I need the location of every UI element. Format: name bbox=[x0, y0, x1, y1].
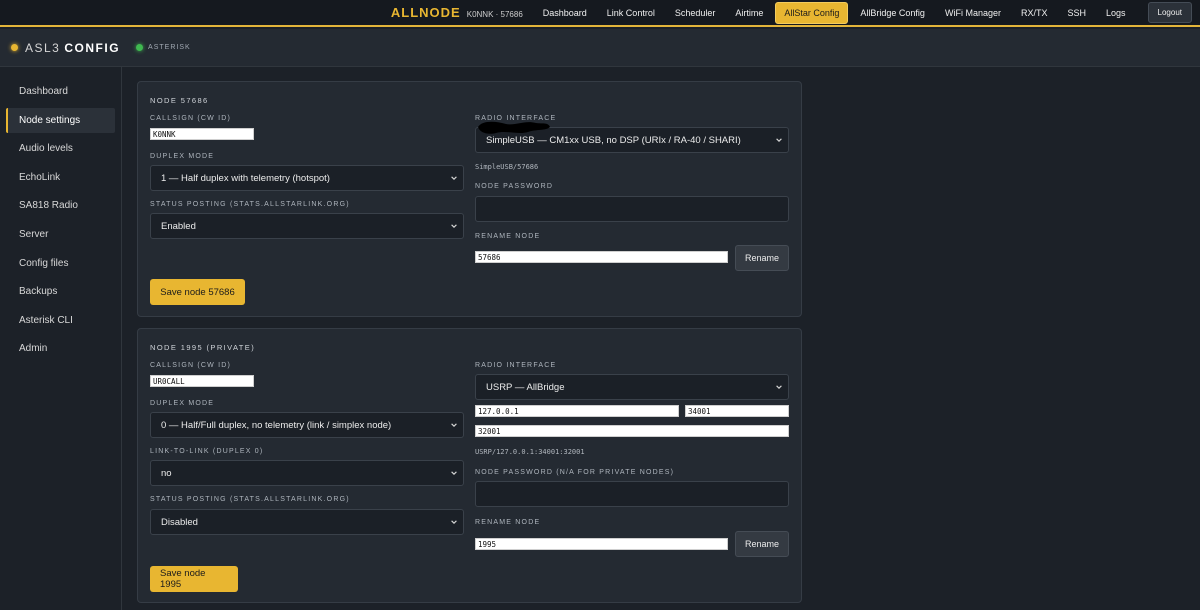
sidebar-item-echolink[interactable]: EchoLink bbox=[6, 165, 115, 190]
nav-allstar-config[interactable]: AllStar Config bbox=[775, 1, 849, 24]
link-to-link-select[interactable]: no bbox=[150, 460, 464, 486]
status-posting-label: STATUS POSTING (STATS.ALLSTARLINK.ORG) bbox=[150, 496, 350, 503]
sidebar-item-server[interactable]: Server bbox=[6, 222, 115, 247]
rename-button[interactable]: Rename bbox=[735, 531, 789, 557]
node-card-57686: NODE 57686 CALLSIGN (CW ID) K0NNK DUPLEX… bbox=[137, 81, 802, 317]
status-posting-select[interactable]: Disabled bbox=[150, 509, 464, 535]
usrp-ip-input[interactable]: 127.0.0.1 bbox=[475, 405, 679, 417]
node-password-label: NODE PASSWORD (N/A FOR PRIVATE NODES) bbox=[475, 469, 675, 476]
sidebar-item-admin[interactable]: Admin bbox=[6, 336, 115, 361]
sidebar-item-backups[interactable]: Backups bbox=[6, 279, 115, 304]
asterisk-status-dot-icon bbox=[136, 44, 144, 51]
rename-node-input[interactable]: 57686 bbox=[475, 251, 728, 263]
radio-interface-note: SimpleUSB/57686 bbox=[475, 163, 539, 171]
node-card-1995: NODE 1995 (PRIVATE) CALLSIGN (CW ID) UR0… bbox=[137, 328, 802, 603]
save-node-button[interactable]: Save node 1995 bbox=[150, 566, 238, 592]
brand: ALLNODE K0NNK · 57686 bbox=[391, 5, 523, 20]
duplex-mode-value: 1 — Half duplex with telemetry (hotspot) bbox=[161, 172, 330, 184]
callsign-label: CALLSIGN (CW ID) bbox=[150, 362, 232, 369]
chevron-down-icon bbox=[451, 176, 457, 180]
radio-interface-value: USRP — AllBridge bbox=[486, 381, 565, 393]
redaction-mark bbox=[478, 121, 550, 134]
status-dot-icon bbox=[11, 44, 18, 51]
status-posting-label: STATUS POSTING (STATS.ALLSTARLINK.ORG) bbox=[150, 201, 350, 208]
duplex-mode-select[interactable]: 0 — Half/Full duplex, no telemetry (link… bbox=[150, 412, 464, 438]
radio-interface-label: RADIO INTERFACE bbox=[475, 362, 557, 369]
chevron-down-icon bbox=[776, 385, 782, 389]
brand-name: ALLNODE bbox=[390, 5, 461, 20]
sidebar-item-sa818-radio[interactable]: SA818 Radio bbox=[6, 193, 115, 218]
logout-button[interactable]: Logout bbox=[1147, 2, 1192, 23]
app-title-prefix: ASL3 bbox=[25, 40, 61, 55]
rename-node-label: RENAME NODE bbox=[475, 519, 541, 526]
duplex-mode-value: 0 — Half/Full duplex, no telemetry (link… bbox=[161, 419, 392, 431]
radio-interface-select[interactable]: USRP — AllBridge bbox=[475, 374, 789, 400]
app-title-main: CONFIG bbox=[64, 40, 121, 55]
sidebar-item-dashboard[interactable]: Dashboard bbox=[6, 79, 115, 104]
asterisk-status: ASTERISK bbox=[136, 44, 191, 51]
callsign-label: CALLSIGN (CW ID) bbox=[150, 115, 232, 122]
sidebar-item-node-settings[interactable]: Node settings bbox=[6, 107, 115, 133]
duplex-mode-label: DUPLEX MODE bbox=[150, 153, 215, 160]
usrp-tx-port-input[interactable]: 34001 bbox=[685, 405, 789, 417]
rename-button[interactable]: Rename bbox=[735, 245, 789, 271]
callsign-input[interactable]: UR0CALL bbox=[150, 375, 254, 387]
rename-node-input[interactable]: 1995 bbox=[475, 538, 728, 550]
nav-ssh[interactable]: SSH bbox=[1059, 3, 1094, 23]
usrp-rx-port-input[interactable]: 32001 bbox=[475, 425, 789, 437]
sidebar-item-audio-levels[interactable]: Audio levels bbox=[6, 136, 115, 161]
sidebar-item-asterisk-cli[interactable]: Asterisk CLI bbox=[6, 308, 115, 333]
link-to-link-value: no bbox=[161, 467, 172, 479]
asterisk-status-label: ASTERISK bbox=[148, 44, 191, 51]
chevron-down-icon bbox=[451, 224, 457, 228]
rename-node-label: RENAME NODE bbox=[475, 233, 541, 240]
status-posting-value: Enabled bbox=[161, 220, 196, 232]
chevron-down-icon bbox=[776, 138, 782, 142]
duplex-mode-select[interactable]: 1 — Half duplex with telemetry (hotspot) bbox=[150, 165, 464, 191]
node-password-label: NODE PASSWORD bbox=[475, 183, 554, 190]
nav-rx-tx[interactable]: RX/TX bbox=[1013, 3, 1056, 23]
nav-airtime[interactable]: Airtime bbox=[727, 3, 771, 23]
callsign-input[interactable]: K0NNK bbox=[150, 128, 254, 140]
nav-dashboard[interactable]: Dashboard bbox=[535, 3, 595, 23]
sidebar: Dashboard Node settings Audio levels Ech… bbox=[0, 67, 122, 610]
chevron-down-icon bbox=[451, 423, 457, 427]
save-node-button[interactable]: Save node 57686 bbox=[150, 279, 245, 305]
status-posting-value: Disabled bbox=[161, 516, 198, 528]
sidebar-item-config-files[interactable]: Config files bbox=[6, 251, 115, 276]
nav-wifi-manager[interactable]: WiFi Manager bbox=[937, 3, 1009, 23]
app-header: ASL3 CONFIG ASTERISK bbox=[0, 29, 1200, 67]
node-card-title: NODE 1995 (PRIVATE) bbox=[150, 343, 256, 352]
nav-logs[interactable]: Logs bbox=[1098, 3, 1134, 23]
chevron-down-icon bbox=[451, 520, 457, 524]
top-navigation-bar: ALLNODE K0NNK · 57686 Dashboard Link Con… bbox=[0, 0, 1200, 27]
node-password-input[interactable] bbox=[475, 196, 789, 222]
status-posting-select[interactable]: Enabled bbox=[150, 213, 464, 239]
link-to-link-label: LINK-TO-LINK (DUPLEX 0) bbox=[150, 448, 264, 455]
nav-scheduler[interactable]: Scheduler bbox=[667, 3, 724, 23]
brand-node-id: K0NNK · 57686 bbox=[466, 10, 523, 19]
radio-interface-note: USRP/127.0.0.1:34001:32001 bbox=[475, 448, 585, 456]
node-card-title: NODE 57686 bbox=[150, 96, 209, 105]
app-title: ASL3 CONFIG bbox=[25, 41, 120, 55]
node-password-input[interactable] bbox=[475, 481, 789, 507]
radio-interface-value: SimpleUSB — CM1xx USB, no DSP (URIx / RA… bbox=[486, 134, 741, 146]
chevron-down-icon bbox=[451, 471, 457, 475]
duplex-mode-label: DUPLEX MODE bbox=[150, 400, 215, 407]
nav-allbridge-config[interactable]: AllBridge Config bbox=[852, 3, 933, 23]
nav-link-control[interactable]: Link Control bbox=[599, 3, 663, 23]
